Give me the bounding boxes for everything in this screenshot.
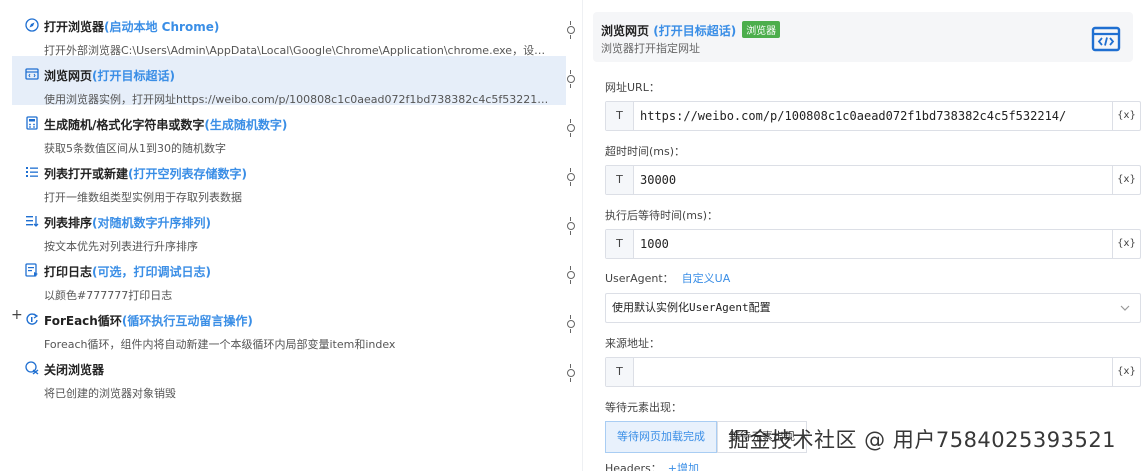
- panel-subtitle: 浏览器打开指定网址: [601, 42, 700, 55]
- step-print-log[interactable]: 打印日志(可选，打印调试日志) 以颜色#777777打印日志: [0, 252, 562, 302]
- wait-element-label: 等待元素出现：: [605, 401, 682, 414]
- list-icon: [26, 167, 38, 177]
- step-list: 打开浏览器(启动本地 Chrome) 打开外部浏览器C:\Users\Admin…: [0, 0, 566, 471]
- step-desc: 将已创建的浏览器对象销毁: [44, 387, 176, 400]
- calculator-icon: [26, 116, 38, 130]
- type-toggle[interactable]: T: [606, 358, 634, 386]
- step-title: 浏览网页(打开目标超话): [44, 69, 175, 83]
- timeout-value[interactable]: 30000: [640, 166, 1098, 194]
- connector-node[interactable]: [567, 266, 575, 284]
- step-title: 打开浏览器(启动本地 Chrome): [44, 20, 220, 34]
- log-icon: [25, 263, 38, 277]
- connector-node[interactable]: [567, 119, 575, 137]
- connector-node[interactable]: [567, 21, 575, 39]
- connector-rail: [562, 0, 582, 471]
- timeout-field[interactable]: T 30000 {x}: [605, 165, 1141, 195]
- step-list-sort[interactable]: 列表排序(对随机数字升序排列) 按文本优先对列表进行升序排序: [0, 203, 562, 253]
- chevron-down-icon: [1120, 305, 1130, 311]
- loop-icon: [26, 313, 39, 325]
- url-label: 网址URL：: [605, 81, 660, 94]
- url-field[interactable]: T https://weibo.com/p/100808c1c0aead072f…: [605, 101, 1141, 131]
- panel-title: 浏览网页 (打开目标超话) 浏览器: [601, 21, 781, 39]
- custom-ua-link[interactable]: 自定义UA: [682, 272, 731, 285]
- variable-button[interactable]: {x}: [1112, 166, 1140, 194]
- browser-window-icon: [25, 68, 39, 80]
- referer-field[interactable]: T {x}: [605, 357, 1141, 387]
- panel-header: 浏览网页 (打开目标超话) 浏览器 浏览器打开指定网址: [593, 12, 1133, 62]
- connector-node[interactable]: [567, 364, 575, 382]
- variable-button[interactable]: {x}: [1112, 358, 1140, 386]
- expand-icon[interactable]: +: [11, 307, 23, 323]
- ua-label: UserAgent： 自定义UA: [605, 272, 731, 285]
- wait-label: 执行后等待时间(ms)：: [605, 209, 719, 222]
- connector-node[interactable]: [567, 315, 575, 333]
- referer-label: 来源地址：: [605, 337, 660, 350]
- step-title: 关闭浏览器: [44, 363, 105, 377]
- ua-select-value: 使用默认实例化UserAgent配置: [612, 301, 771, 314]
- browser-code-icon: [1091, 26, 1121, 52]
- type-toggle[interactable]: T: [606, 230, 634, 258]
- wait-page-load-option[interactable]: 等待网页加载完成: [605, 421, 717, 453]
- step-list-open[interactable]: 列表打开或新建(打开空列表存储数字) 打开一维数组类型实例用于存取列表数据: [0, 154, 562, 204]
- type-badge: 浏览器: [742, 21, 781, 38]
- variable-button[interactable]: {x}: [1112, 230, 1140, 258]
- headers-label: Headers： +增加: [605, 460, 699, 471]
- property-panel: 浏览网页 (打开目标超话) 浏览器 浏览器打开指定网址 网址URL： T http…: [583, 0, 1146, 471]
- step-open-browser[interactable]: 打开浏览器(启动本地 Chrome) 打开外部浏览器C:\Users\Admin…: [0, 7, 562, 57]
- step-foreach[interactable]: + ForEach循环(循环执行互动留言操作) Foreach循环，组件内将自动…: [0, 301, 562, 351]
- variable-button[interactable]: {x}: [1112, 102, 1140, 130]
- ua-select[interactable]: 使用默认实例化UserAgent配置: [605, 293, 1141, 323]
- connector-node[interactable]: [567, 168, 575, 186]
- watermark: 掘金技术社区 @ 用户7584025393521: [728, 428, 1117, 452]
- step-title: 列表排序(对随机数字升序排列): [44, 216, 211, 230]
- step-browse-page[interactable]: 浏览网页(打开目标超话) 使用浏览器实例，打开网址https://weibo.c…: [12, 56, 566, 106]
- add-header-link[interactable]: +增加: [668, 462, 699, 471]
- app-root: 打开浏览器(启动本地 Chrome) 打开外部浏览器C:\Users\Admin…: [0, 0, 1146, 471]
- sort-list-icon: [26, 216, 39, 227]
- close-browser-icon: [25, 361, 39, 375]
- wait-value[interactable]: 1000: [640, 230, 1098, 258]
- type-toggle[interactable]: T: [606, 102, 634, 130]
- step-close-browser[interactable]: 关闭浏览器 将已创建的浏览器对象销毁: [0, 350, 562, 400]
- connector-node[interactable]: [567, 217, 575, 235]
- wait-field[interactable]: T 1000 {x}: [605, 229, 1141, 259]
- compass-icon: [25, 18, 39, 32]
- step-title: 列表打开或新建(打开空列表存储数字): [44, 167, 247, 181]
- url-value[interactable]: https://weibo.com/p/100808c1c0aead072f1b…: [640, 102, 1098, 130]
- type-toggle[interactable]: T: [606, 166, 634, 194]
- connector-node[interactable]: [567, 70, 575, 88]
- step-title: ForEach循环(循环执行互动留言操作): [44, 314, 253, 328]
- timeout-label: 超时时间(ms)：: [605, 145, 686, 158]
- step-title: 生成随机/格式化字符串或数字(生成随机数字): [44, 118, 288, 132]
- step-title: 打印日志(可选，打印调试日志): [44, 265, 211, 279]
- step-generate-random[interactable]: 生成随机/格式化字符串或数字(生成随机数字) 获取5条数值区间从1到30的随机数…: [0, 105, 562, 155]
